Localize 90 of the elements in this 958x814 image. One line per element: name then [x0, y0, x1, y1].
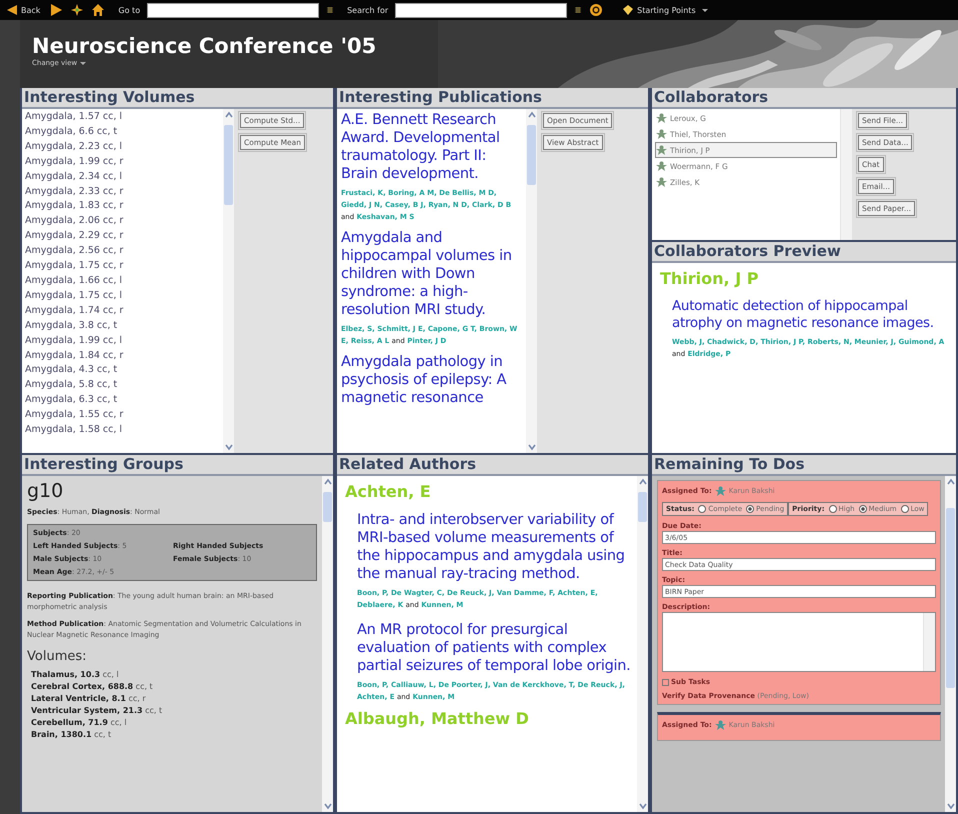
- list-item[interactable]: Amygdala, 1.66 cc, l: [25, 274, 220, 289]
- publication-title[interactable]: A.E. Bennett Research Award. Developmental traumatology. Part II: Brain development.: [341, 111, 522, 183]
- panel-title: Remaining To Dos: [652, 455, 956, 476]
- chevron-down-icon: [322, 802, 332, 810]
- publication-title[interactable]: Amygdala and hippocampal volumes in children with Down syndrome: a high-resolution MRI study.: [341, 229, 522, 319]
- chevron-up-icon: [526, 111, 536, 119]
- scroll-thumb[interactable]: [946, 508, 955, 688]
- publication-list[interactable]: [337, 109, 537, 453]
- chevron-up-icon: [224, 111, 234, 119]
- search-field[interactable]: [395, 2, 568, 18]
- volume-item: Lateral Ventricle, 8.1 cc, r: [30, 693, 147, 705]
- scrollbar[interactable]: [526, 109, 537, 453]
- chevron-down-icon: [638, 802, 648, 810]
- list-item[interactable]: Amygdala, 2.34 cc, l: [25, 170, 220, 185]
- scroll-thumb[interactable]: [527, 125, 536, 185]
- volume-item: Brain, 1380.1 cc, t: [30, 729, 112, 741]
- panel-title: Related Authors: [337, 455, 648, 476]
- chevron-down-icon: [946, 802, 956, 810]
- page-title: Neuroscience Conference '05: [32, 34, 378, 58]
- chevron-down-icon: [526, 443, 536, 451]
- volume-list[interactable]: [22, 109, 234, 453]
- gem-icon: [622, 4, 634, 16]
- scrollbar[interactable]: [223, 109, 234, 453]
- list-item[interactable]: Amygdala, 1.74 cc, r: [25, 304, 220, 319]
- publication-title[interactable]: Intra- and interobserver variability of MRI-based volume measurements of the hippocampus and amygdala using the manual ray-tracing method.: [357, 511, 631, 583]
- volumes-heading: Volumes:: [27, 649, 88, 664]
- person-icon: [656, 177, 667, 187]
- list-item[interactable]: Amygdala, 2.23 cc, l: [25, 140, 220, 155]
- back-button[interactable]: Back: [4, 4, 42, 16]
- chevron-up-icon: [946, 478, 956, 486]
- person-icon: [714, 486, 726, 496]
- list-item[interactable]: Amygdala, 1.75 cc, l: [25, 288, 220, 304]
- goto-field[interactable]: [147, 2, 320, 18]
- list-item[interactable]: Amygdala, 1.84 cc, r: [25, 348, 220, 364]
- panel-title: Collaborators: [652, 88, 956, 109]
- volume-item: Thalamus, 10.3 cc, l: [30, 669, 120, 681]
- list-item[interactable]: Amygdala, 1.83 cc, r: [25, 199, 220, 214]
- list-item[interactable]: Amygdala, 1.58 cc, l: [25, 423, 220, 438]
- scroll-thumb[interactable]: [638, 492, 647, 522]
- list-item[interactable]: Amygdala, 6.3 cc, t: [25, 393, 220, 408]
- scrollbar[interactable]: [637, 476, 648, 812]
- list-item[interactable]: Amygdala, 1.55 cc, r: [25, 408, 220, 424]
- square-icon[interactable]: [662, 678, 669, 686]
- list-item[interactable]: Amygdala, 5.8 cc, t: [25, 378, 220, 394]
- person-icon: [656, 145, 667, 155]
- grid-icon[interactable]: [326, 6, 334, 14]
- list-item[interactable]: Amygdala, 1.99 cc, l: [25, 334, 220, 348]
- scrollbar[interactable]: [945, 476, 956, 812]
- chevron-up-icon: [322, 478, 332, 486]
- volume-item: Cerebellum, 71.9 cc, l: [30, 717, 128, 729]
- grid-icon[interactable]: [574, 6, 582, 14]
- chevron-up-icon: [638, 478, 648, 486]
- forward-icon[interactable]: [49, 3, 64, 17]
- person-icon: [656, 161, 667, 171]
- list-item[interactable]: Amygdala, 1.99 cc, r: [25, 154, 220, 170]
- person-icon: [656, 129, 667, 139]
- search-label: Search for: [347, 6, 388, 14]
- publication-title[interactable]: Automatic detection of hippocampal atrophy on magnetic resonance images.: [672, 298, 950, 332]
- panel-title: Interesting Groups: [22, 455, 333, 476]
- group-name: g10: [27, 480, 64, 502]
- scroll-thumb[interactable]: [224, 125, 233, 205]
- target-icon[interactable]: [589, 3, 604, 17]
- list-item[interactable]: Amygdala, 2.56 cc, r: [25, 244, 220, 260]
- back-arrow-icon: [6, 4, 18, 16]
- home-icon[interactable]: [91, 3, 106, 17]
- scrollbar[interactable]: [840, 109, 852, 240]
- publication-title[interactable]: Amygdala pathology in psychosis of epilepsy: A magnetic resonance: [341, 353, 522, 407]
- text-area[interactable]: [662, 612, 936, 672]
- starting-points-menu[interactable]: Starting Points: [620, 4, 710, 16]
- volume-item: Cerebral Cortex, 688.8 cc, t: [30, 681, 154, 693]
- volume-item: Ventricular System, 21.3 cc, t: [30, 705, 164, 717]
- panel-title: Collaborators Preview: [652, 242, 956, 263]
- sparkle-icon[interactable]: [70, 3, 84, 17]
- list-item[interactable]: Amygdala, 2.33 cc, r: [25, 184, 220, 200]
- person-icon: [714, 720, 726, 730]
- panel-title: Interesting Publications: [337, 88, 648, 109]
- list-item[interactable]: Amygdala, 2.29 cc, r: [25, 229, 220, 244]
- scroll-thumb[interactable]: [323, 492, 332, 522]
- list-item[interactable]: Amygdala, 4.3 cc, t: [25, 363, 220, 378]
- list-item[interactable]: Amygdala, 3.8 cc, t: [25, 318, 220, 334]
- publication-title[interactable]: An MR protocol for presurgical evaluation of patients with complex partial seizures of temporal lobe origin.: [357, 621, 631, 675]
- list-item[interactable]: Amygdala, 2.06 cc, r: [25, 214, 220, 230]
- goto-label: Go to: [118, 6, 140, 14]
- scrollbar[interactable]: [322, 476, 333, 812]
- list-item[interactable]: Amygdala, 1.57 cc, l: [25, 110, 220, 125]
- panel-title: Interesting Volumes: [22, 88, 333, 109]
- person-icon: [656, 113, 667, 123]
- list-item[interactable]: Amygdala, 6.6 cc, t: [25, 124, 220, 140]
- chevron-down-icon: [224, 443, 234, 451]
- list-item[interactable]: Amygdala, 1.75 cc, r: [25, 259, 220, 274]
